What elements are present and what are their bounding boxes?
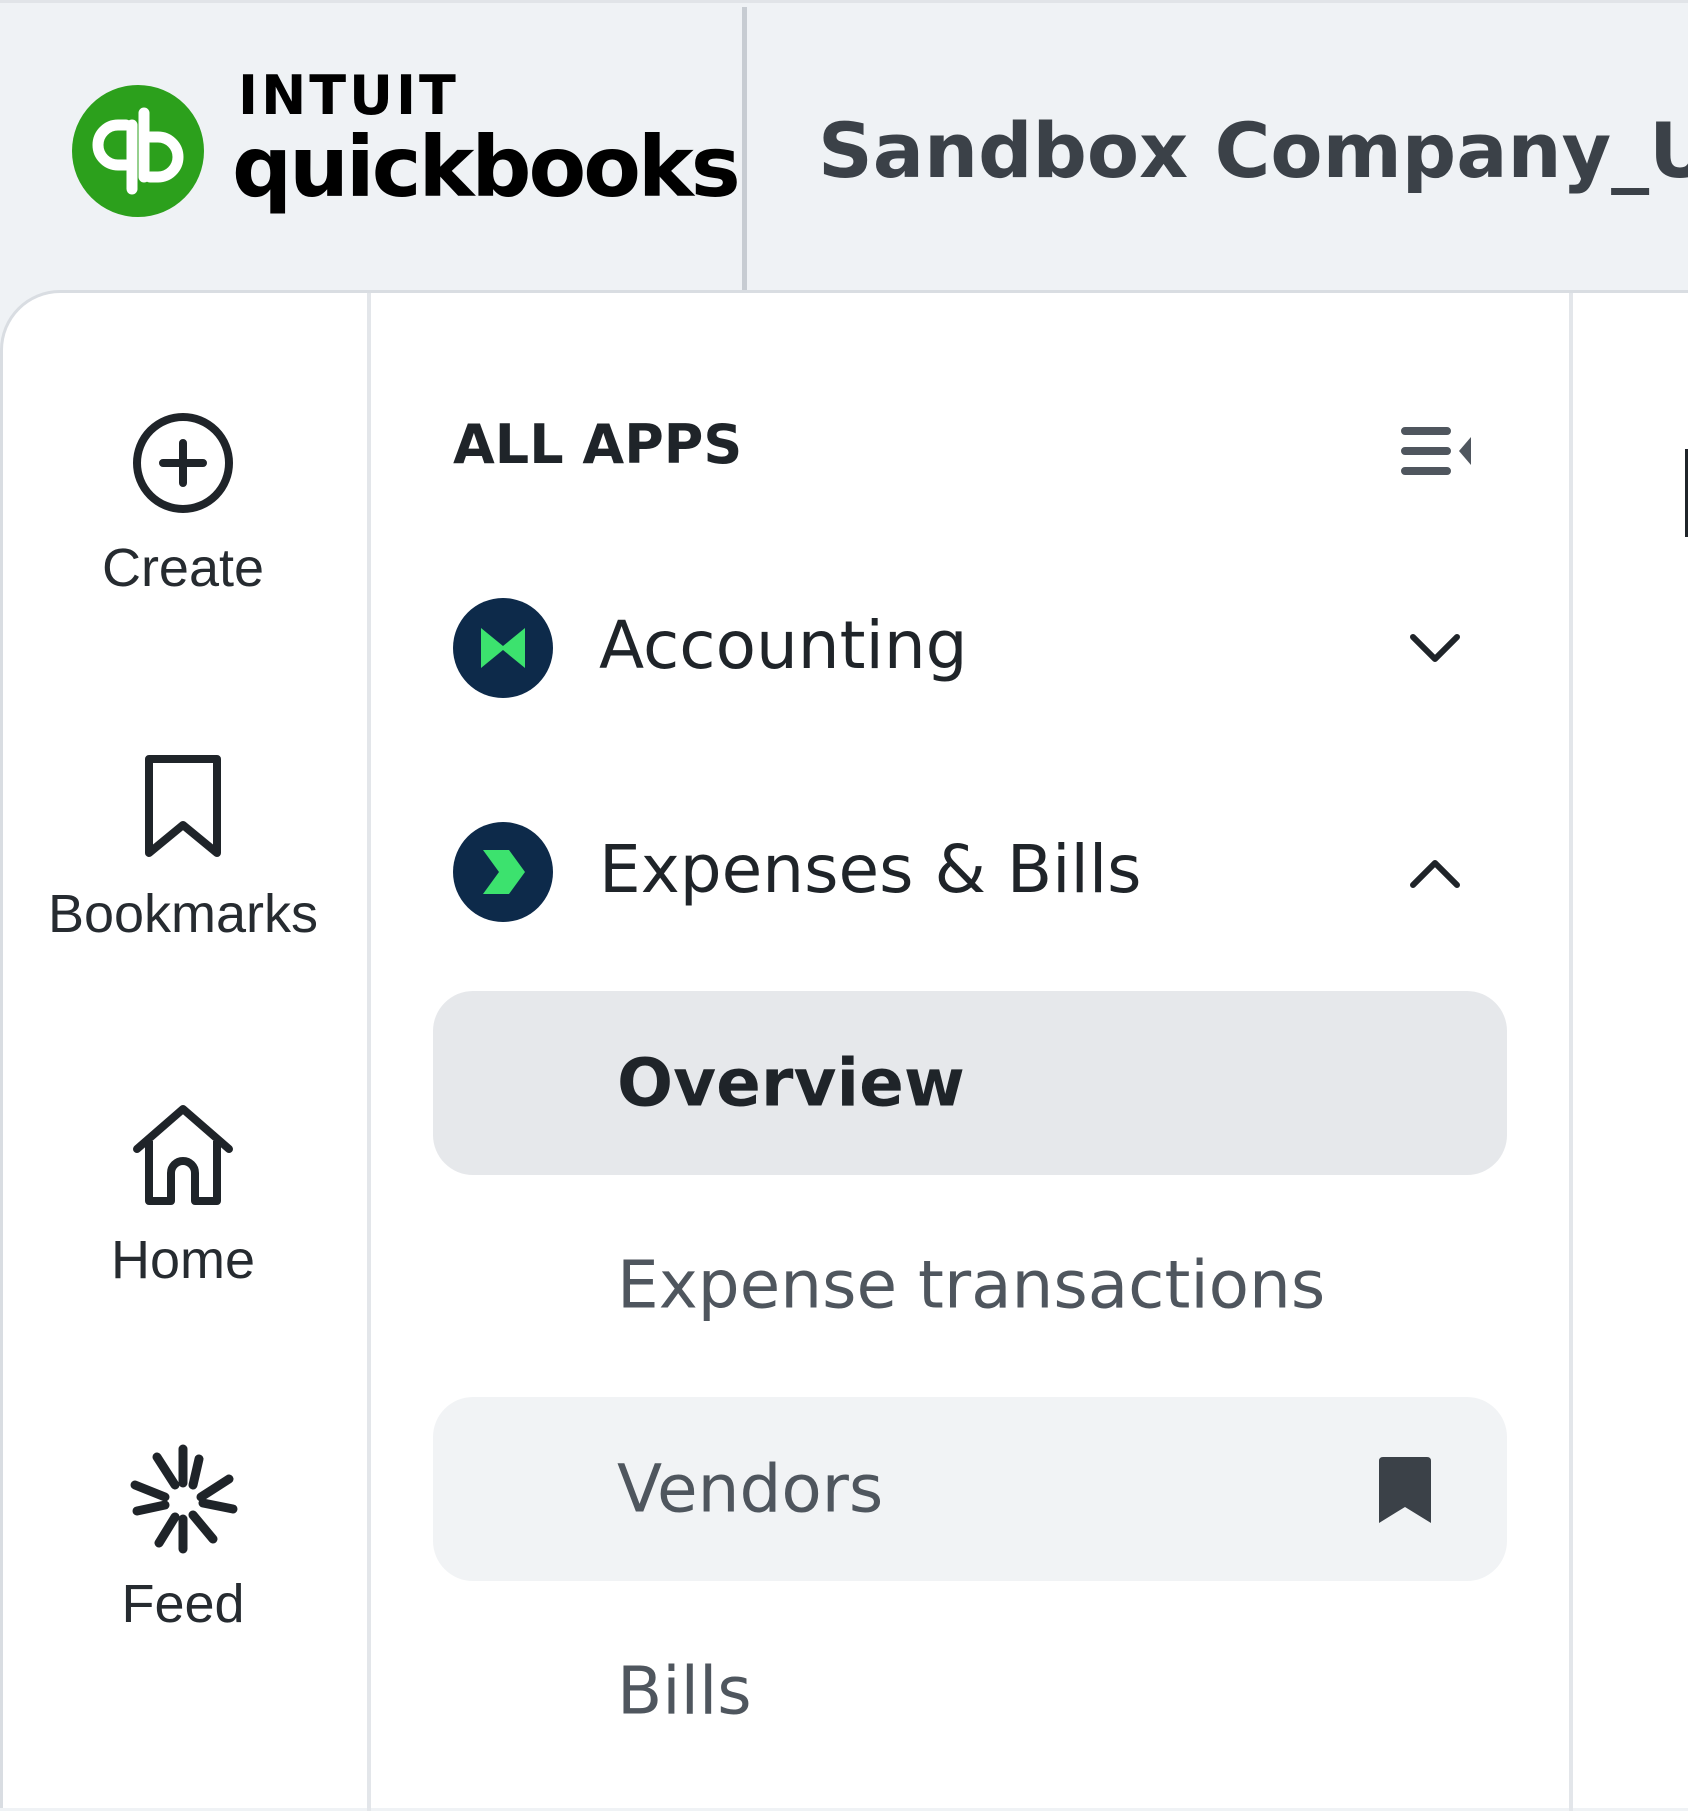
submenu-label-bills: Bills: [617, 1652, 752, 1730]
submenu-label-overview: Overview: [617, 1044, 965, 1122]
rail-item-home[interactable]: Home: [3, 1095, 363, 1291]
submenu-item-expense-transactions[interactable]: Expense transactions: [433, 1193, 1507, 1377]
submenu-item-vendors[interactable]: Vendors: [433, 1397, 1507, 1581]
app-accounting[interactable]: Accounting: [453, 593, 1493, 703]
collapse-menu-icon: [1401, 427, 1471, 475]
plus-circle-icon: [123, 403, 243, 523]
accounting-app-icon: [453, 598, 553, 698]
chevron-down-icon: [1410, 634, 1460, 662]
chevron-up-icon: [1410, 860, 1460, 888]
rail-label-bookmarks: Bookmarks: [47, 884, 319, 944]
submenu-label-vendors: Vendors: [617, 1450, 884, 1528]
submenu-item-bills[interactable]: Bills: [433, 1599, 1507, 1783]
submenu-item-overview[interactable]: Overview: [433, 991, 1507, 1175]
sparkle-icon: [123, 1439, 243, 1559]
all-apps-heading: ALL APPS: [453, 413, 743, 476]
qb-logo-icon: [72, 85, 204, 217]
quickbooks-logo[interactable]: INTUIT quickbooks: [0, 3, 744, 292]
bookmark-icon: [123, 749, 243, 869]
rail-label-home: Home: [110, 1230, 256, 1290]
collapse-menu-button[interactable]: [1385, 411, 1485, 491]
rail-item-bookmarks[interactable]: Bookmarks: [3, 749, 363, 945]
home-icon: [123, 1095, 243, 1215]
menu-divider: [1569, 293, 1573, 1811]
expenses-app-icon: [453, 822, 553, 922]
bookmark-filled-icon[interactable]: [1373, 1455, 1437, 1527]
brand-quickbooks-text: quickbooks: [232, 118, 741, 216]
company-name[interactable]: Sandbox Company_US: [818, 105, 1688, 196]
app-label-accounting: Accounting: [599, 607, 968, 684]
all-apps-menu: ALL APPS Accounting Expenses & Bills Ove…: [371, 293, 1569, 1811]
header-divider: [742, 7, 747, 291]
rail-item-create[interactable]: Create: [3, 403, 363, 599]
rail-item-feed[interactable]: Feed: [3, 1439, 363, 1635]
top-bar: INTUIT quickbooks Sandbox Company_US: [0, 0, 1688, 292]
rail-label-feed: Feed: [121, 1574, 245, 1634]
navigation-panel: Create Bookmarks Home Feed ALL APPS Acco…: [0, 290, 1688, 1811]
brand-intuit-text: INTUIT: [238, 64, 459, 127]
rail-label-create: Create: [101, 538, 265, 598]
app-expenses-bills[interactable]: Expenses & Bills: [453, 817, 1493, 927]
submenu-label-expense-transactions: Expense transactions: [617, 1246, 1326, 1324]
app-label-expenses-bills: Expenses & Bills: [599, 831, 1142, 908]
